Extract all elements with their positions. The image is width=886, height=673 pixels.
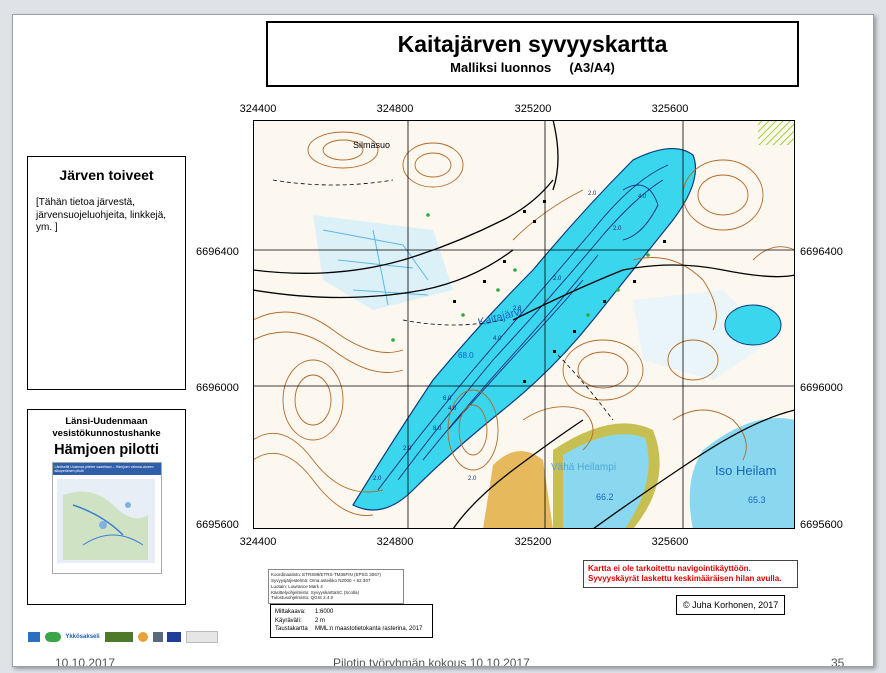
footer-center: Pilotin työryhmän kokous 10.10.2017 xyxy=(333,656,530,667)
logo-icon xyxy=(138,632,149,642)
depth-label: 2.0 xyxy=(513,306,522,312)
depth-label: 2.0 xyxy=(403,446,412,452)
scale-label: Mittakaava: xyxy=(275,609,306,615)
depth-label: 2.0 xyxy=(613,226,622,232)
lake-panel-title: Järven toiveet xyxy=(59,167,154,183)
lake-level-label: 68.0 xyxy=(458,351,474,360)
contour-label: Käyrävälí: xyxy=(275,617,302,624)
logo-icon xyxy=(28,632,40,642)
y-tick-label: 6695600 xyxy=(800,519,843,531)
lake-info-panel: Järven toiveet [Tähän tietoa järvestä, j… xyxy=(27,156,186,390)
x-tick-label: 324400 xyxy=(239,536,277,548)
project-panel: Länsi-Uudenmaan vesistökunnostushanke Hä… xyxy=(27,409,186,605)
x-tick-label: 325200 xyxy=(514,536,552,548)
slide: Kaitajärven syvyyskartta Malliksi luonno… xyxy=(12,14,874,667)
info-row: Tulostusohjelmisto: QGIS 2.4.0 xyxy=(271,595,334,601)
basemap-value: MML:n maastotietokanta rasterina, 2017 xyxy=(315,626,423,633)
depth-label: 8.0 xyxy=(433,426,442,432)
project-line2: vesistökunnostushanke xyxy=(52,427,161,439)
project-name: Hämjoen pilotti xyxy=(54,441,159,458)
basemap-label: Taustakartta xyxy=(275,626,308,633)
map-title: Kaitajärven syvyyskartta xyxy=(397,31,668,57)
small-lake-level-label: 66.2 xyxy=(596,492,614,502)
logo-icon xyxy=(186,631,219,643)
depth-label: 6.0 xyxy=(443,396,452,402)
depth-label: 4.0 xyxy=(493,336,502,342)
ykkosakseli-logo: Ykkösakseli xyxy=(65,634,100,640)
y-tick-label: 6696000 xyxy=(196,382,239,394)
small-lake-label: Vähä Heilampi xyxy=(551,462,616,473)
warning-line1: Kartta ei ole tarkoitettu navigointikäyt… xyxy=(588,564,751,573)
project-report-thumbnail: Läntisellä Uusimaa pitelee saarelaan – H… xyxy=(51,461,162,574)
depth-label: 2.0 xyxy=(553,276,562,282)
logo-strip: Ykkösakseli xyxy=(28,631,221,645)
x-tick-label: 325600 xyxy=(651,536,689,548)
scale-value: 1:6000 xyxy=(315,609,334,615)
swamp-label: Silmäsuo xyxy=(353,140,390,150)
logo-icon xyxy=(105,632,134,642)
x-tick-label: 325600 xyxy=(651,103,689,115)
y-tick-label: 6696400 xyxy=(800,246,843,258)
depth-label: 4.0 xyxy=(448,406,457,412)
title-box: Kaitajärven syvyyskartta Malliksi luonno… xyxy=(266,21,799,87)
depth-label: 2.0 xyxy=(588,191,597,197)
thumbnail-caption: Läntisellä Uusimaa pitelee saarelaan – H… xyxy=(52,462,161,476)
depth-map: Silmäsuo Kaitajärvi 68.0 Vähä Heilampi 6… xyxy=(253,120,795,529)
lake-panel-text: [Tähän tietoa järvestä, järvensuojeluohj… xyxy=(36,197,167,233)
depth-label: 2.0 xyxy=(468,476,477,482)
logo-icon xyxy=(44,632,61,642)
depth-label: 4.0 xyxy=(638,194,647,200)
footer-page: 35 xyxy=(831,656,845,667)
info-table: Koordinaatisto: ETRS89/ETRS-TM35FIN (EPS… xyxy=(268,569,404,605)
scale-box: Mittakaava: 1:6000 Käyrävälí: 2 m Taustaka… xyxy=(270,604,433,639)
y-tick-label: 6695600 xyxy=(196,519,239,531)
y-tick-label: 6696000 xyxy=(800,382,843,394)
depth-label: 2.0 xyxy=(373,476,382,482)
big-lake-level-label: 65.3 xyxy=(748,495,766,505)
thumbnail-map xyxy=(56,479,155,564)
warning-box: Kartta ei ole tarkoitettu navigointikäyt… xyxy=(583,560,798,588)
project-line1: Länsi-Uudenmaan xyxy=(65,416,148,427)
hatched-area xyxy=(758,120,795,145)
logo-icon xyxy=(152,632,163,642)
big-lake-label: Iso Heilam xyxy=(715,463,776,478)
x-tick-label: 324800 xyxy=(376,536,414,548)
eu-flag-icon xyxy=(167,632,182,642)
y-tick-label: 6696400 xyxy=(196,246,239,258)
footer-date: 10.10.2017 xyxy=(55,656,116,667)
x-tick-label: 325200 xyxy=(514,103,552,115)
x-tick-label: 324400 xyxy=(239,103,277,115)
copyright-box: © Juha Korhonen, 2017 xyxy=(676,595,786,615)
x-tick-label: 324800 xyxy=(376,103,414,115)
contour-value: 2 m xyxy=(315,617,326,624)
map-subtitle: Malliksi luonnos (A3/A4) xyxy=(450,60,615,75)
warning-line2: Syvyyskäyrät laskettu keskimääräisen hil… xyxy=(588,574,782,583)
pond xyxy=(724,304,782,346)
